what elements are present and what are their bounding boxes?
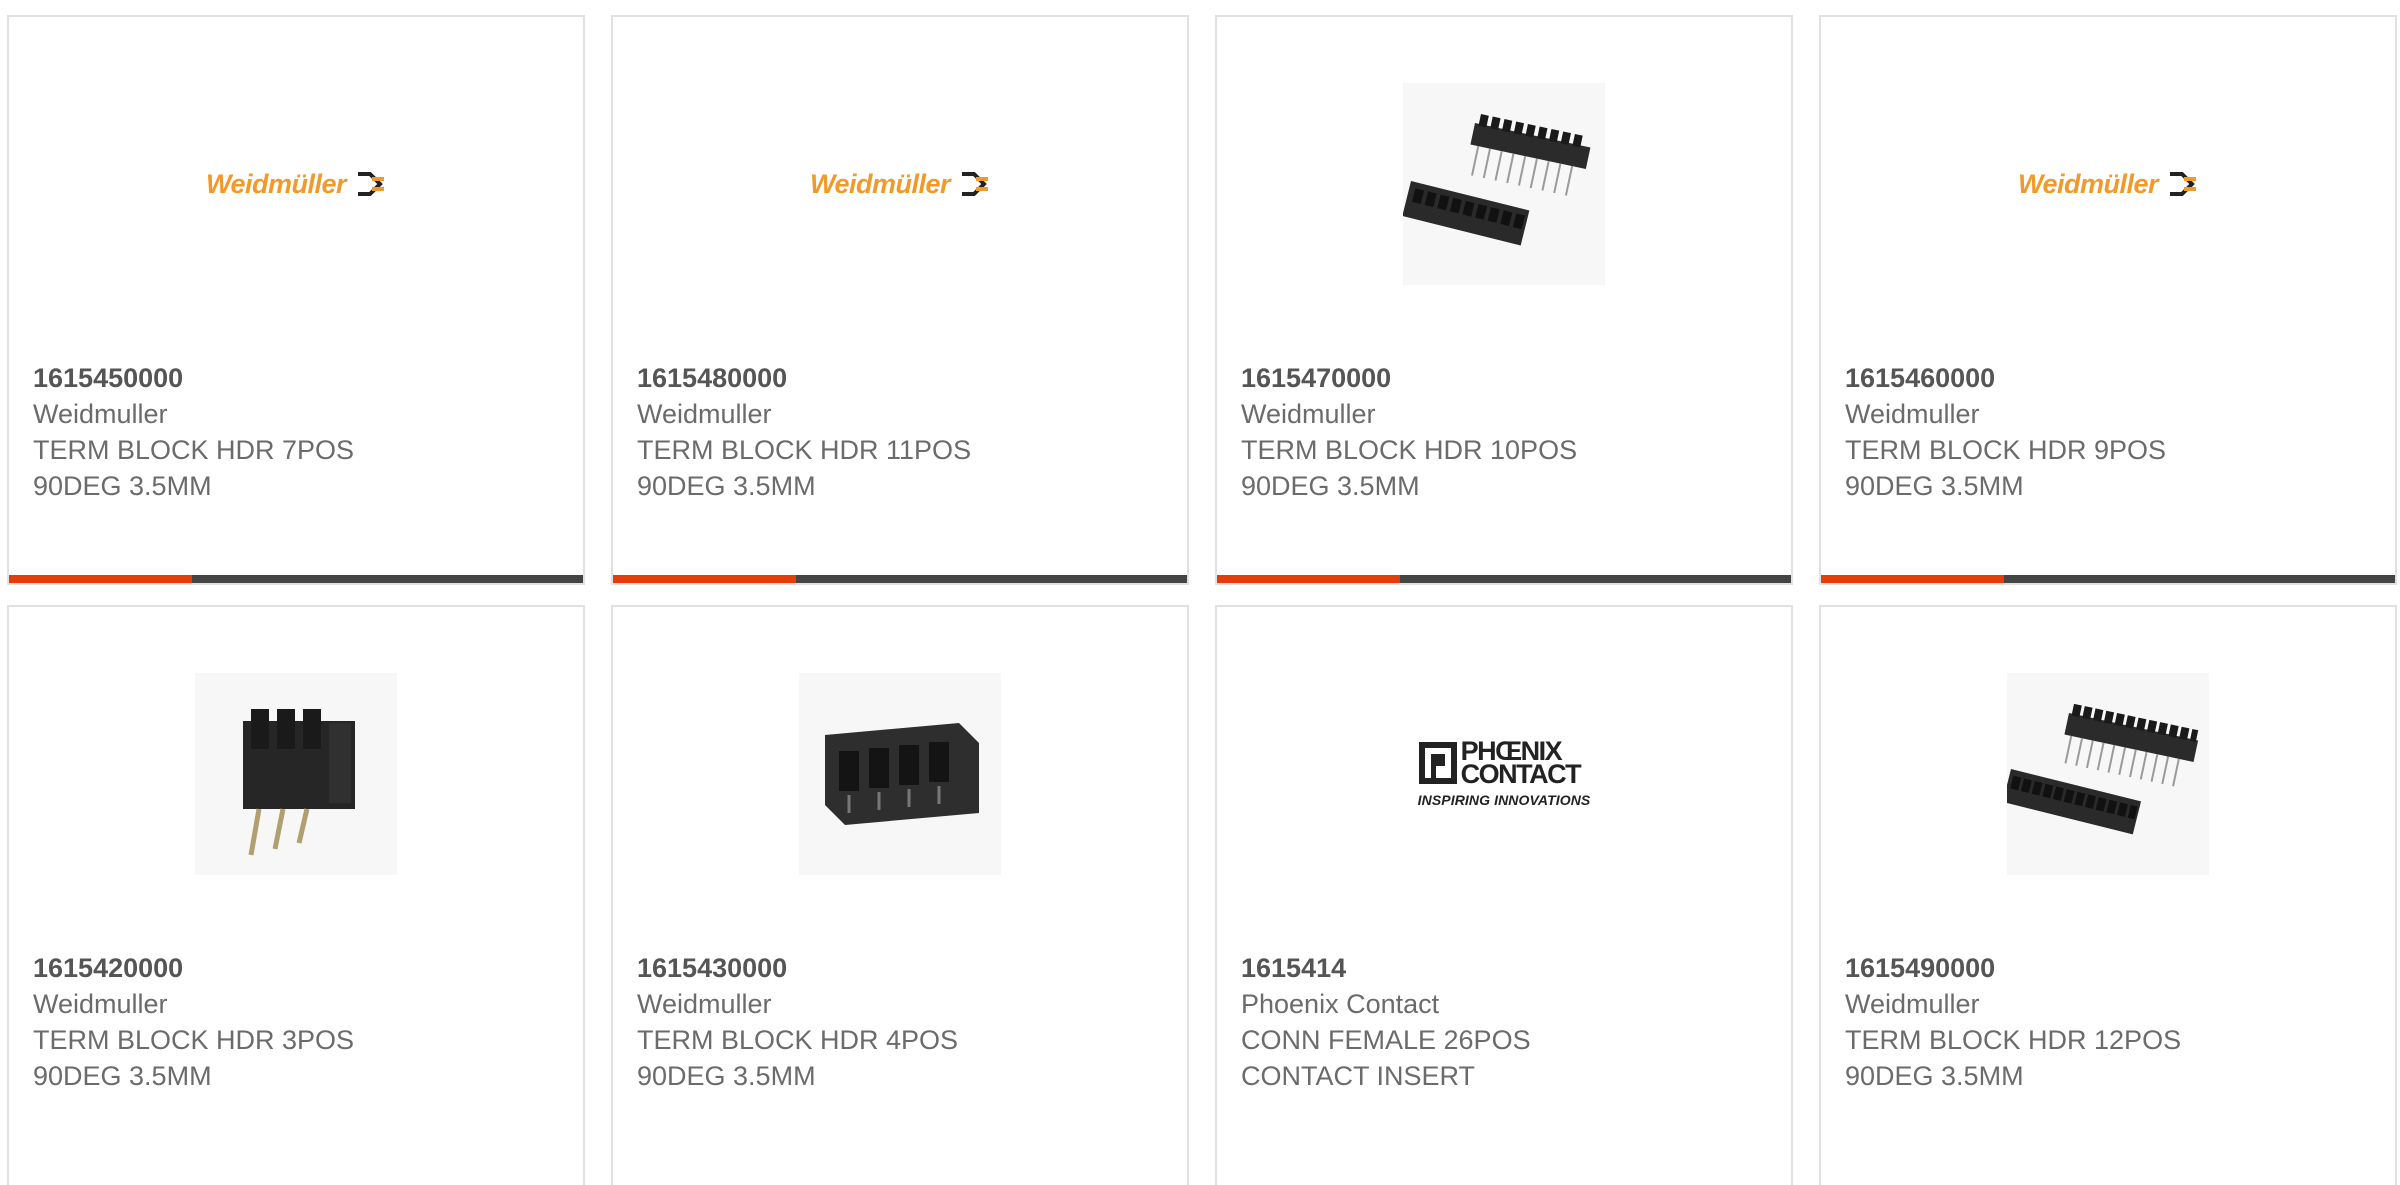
phoenix-logo-word-2: CONTACT bbox=[1460, 759, 1582, 789]
part-number[interactable]: 1615470000 bbox=[1241, 360, 1761, 396]
card-accent bbox=[613, 575, 796, 583]
description-line-2: 90DEG 3.5MM bbox=[33, 1061, 212, 1091]
product-info: 1615420000 Weidmuller TERM BLOCK HDR 3PO… bbox=[33, 950, 553, 1094]
description-line-1: TERM BLOCK HDR 4POS bbox=[637, 1025, 959, 1055]
weidmuller-logo-text: Weidmüller bbox=[2017, 168, 2159, 199]
weidmuller-logo: Weidmüller bbox=[810, 169, 990, 200]
product-image[interactable]: PHŒNIX CONTACT INSPIRING INNOVATIONS bbox=[1403, 673, 1605, 875]
product-info: 1615450000 Weidmuller TERM BLOCK HDR 7PO… bbox=[33, 360, 553, 504]
product-image[interactable] bbox=[1403, 83, 1605, 285]
part-number[interactable]: 1615460000 bbox=[1845, 360, 2365, 396]
part-number[interactable]: 1615414 bbox=[1241, 950, 1761, 986]
product-info: 1615414 Phoenix Contact CONN FEMALE 26PO… bbox=[1241, 950, 1761, 1094]
manufacturer: Weidmuller bbox=[33, 399, 168, 429]
part-number[interactable]: 1615490000 bbox=[1845, 950, 2365, 986]
description-line-2: 90DEG 3.5MM bbox=[637, 1061, 816, 1091]
description-line-1: TERM BLOCK HDR 12POS bbox=[1845, 1025, 2182, 1055]
product-card[interactable]: PHŒNIX CONTACT INSPIRING INNOVATIONS 161… bbox=[1215, 605, 1793, 1185]
description-line-2: 90DEG 3.5MM bbox=[1845, 471, 2024, 501]
phoenix-contact-logo: PHŒNIX CONTACT INSPIRING INNOVATIONS bbox=[1417, 738, 1591, 809]
weidmuller-mark-icon bbox=[962, 172, 989, 196]
description-line-2: 90DEG 3.5MM bbox=[1845, 1061, 2024, 1091]
manufacturer: Weidmuller bbox=[1241, 399, 1376, 429]
phoenix-logo-tagline: INSPIRING INNOVATIONS bbox=[1417, 792, 1591, 808]
description-line-1: CONN FEMALE 26POS bbox=[1241, 1025, 1531, 1055]
product-info: 1615430000 Weidmuller TERM BLOCK HDR 4PO… bbox=[637, 950, 1157, 1094]
product-grid: Weidmüller 1615450000 Weidmuller TERM BL… bbox=[0, 0, 2400, 1185]
weidmuller-logo-text: Weidmüller bbox=[809, 168, 951, 199]
product-card[interactable]: Weidmüller 1615480000 Weidmuller TERM BL… bbox=[611, 15, 1189, 585]
product-info: 1615470000 Weidmuller TERM BLOCK HDR 10P… bbox=[1241, 360, 1761, 504]
description-line-1: TERM BLOCK HDR 10POS bbox=[1241, 435, 1578, 465]
weidmuller-logo: Weidmüller bbox=[2018, 169, 2198, 200]
manufacturer: Phoenix Contact bbox=[1241, 989, 1440, 1019]
terminal-header-pair-photo bbox=[2007, 673, 2209, 875]
weidmuller-mark-icon bbox=[2170, 172, 2197, 196]
description-line-1: TERM BLOCK HDR 7POS bbox=[33, 435, 355, 465]
product-image[interactable]: Weidmüller bbox=[799, 83, 1001, 285]
part-number[interactable]: 1615430000 bbox=[637, 950, 1157, 986]
manufacturer: Weidmuller bbox=[1845, 399, 1980, 429]
product-card[interactable]: 1615470000 Weidmuller TERM BLOCK HDR 10P… bbox=[1215, 15, 1793, 585]
card-accent bbox=[1217, 575, 1400, 583]
description-line-1: TERM BLOCK HDR 11POS bbox=[637, 435, 972, 465]
description-line-1: TERM BLOCK HDR 9POS bbox=[1845, 435, 2167, 465]
card-footer-bar bbox=[9, 575, 583, 583]
terminal-header-3pos-photo bbox=[195, 673, 397, 875]
part-number[interactable]: 1615420000 bbox=[33, 950, 553, 986]
description-line-2: 90DEG 3.5MM bbox=[637, 471, 816, 501]
description-line-2: CONTACT INSERT bbox=[1241, 1061, 1476, 1091]
product-image[interactable] bbox=[799, 673, 1001, 875]
terminal-header-4pos-photo bbox=[799, 673, 1001, 875]
card-footer-bar bbox=[1821, 575, 2395, 583]
product-image[interactable]: Weidmüller bbox=[2007, 83, 2209, 285]
card-accent bbox=[1821, 575, 2004, 583]
weidmuller-logo-text: Weidmüller bbox=[205, 168, 347, 199]
part-number[interactable]: 1615480000 bbox=[637, 360, 1157, 396]
manufacturer: Weidmuller bbox=[1845, 989, 1980, 1019]
weidmuller-mark-icon bbox=[358, 172, 385, 196]
product-info: 1615490000 Weidmuller TERM BLOCK HDR 12P… bbox=[1845, 950, 2365, 1094]
manufacturer: Weidmuller bbox=[637, 399, 772, 429]
phoenix-mark-icon bbox=[1418, 742, 1457, 784]
description-line-2: 90DEG 3.5MM bbox=[1241, 471, 1420, 501]
product-card[interactable]: 1615490000 Weidmuller TERM BLOCK HDR 12P… bbox=[1819, 605, 2397, 1185]
product-info: 1615480000 Weidmuller TERM BLOCK HDR 11P… bbox=[637, 360, 1157, 504]
product-image[interactable] bbox=[195, 673, 397, 875]
product-card[interactable]: 1615420000 Weidmuller TERM BLOCK HDR 3PO… bbox=[7, 605, 585, 1185]
manufacturer: Weidmuller bbox=[637, 989, 772, 1019]
card-footer-bar bbox=[613, 575, 1187, 583]
product-card[interactable]: Weidmüller 1615460000 Weidmuller TERM BL… bbox=[1819, 15, 2397, 585]
part-number[interactable]: 1615450000 bbox=[33, 360, 553, 396]
terminal-header-pair-photo bbox=[1403, 83, 1605, 285]
description-line-2: 90DEG 3.5MM bbox=[33, 471, 212, 501]
product-image[interactable]: Weidmüller bbox=[195, 83, 397, 285]
card-footer-bar bbox=[1217, 575, 1791, 583]
product-image[interactable] bbox=[2007, 673, 2209, 875]
product-info: 1615460000 Weidmuller TERM BLOCK HDR 9PO… bbox=[1845, 360, 2365, 504]
product-card[interactable]: Weidmüller 1615450000 Weidmuller TERM BL… bbox=[7, 15, 585, 585]
description-line-1: TERM BLOCK HDR 3POS bbox=[33, 1025, 355, 1055]
card-accent bbox=[9, 575, 192, 583]
product-card[interactable]: 1615430000 Weidmuller TERM BLOCK HDR 4PO… bbox=[611, 605, 1189, 1185]
weidmuller-logo: Weidmüller bbox=[206, 169, 386, 200]
manufacturer: Weidmuller bbox=[33, 989, 168, 1019]
